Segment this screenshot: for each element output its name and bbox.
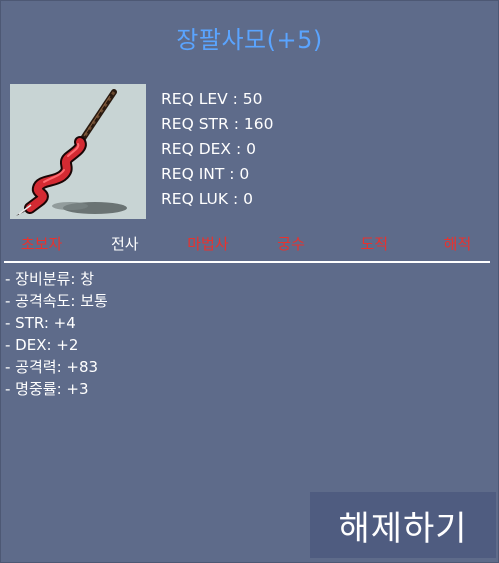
stat-str: - STR: +4 [5, 314, 76, 332]
stat-dex: - DEX: +2 [5, 336, 79, 354]
stat-category: - 장비분류: 창 [5, 270, 95, 288]
requirements-list: REQ LEV : 50 REQ STR : 160 REQ DEX : 0 R… [161, 88, 273, 213]
req-level: REQ LEV : 50 [161, 90, 263, 108]
job-beginner: 초보자 [20, 235, 63, 253]
job-warrior: 전사 [110, 235, 139, 253]
job-restrictions: 초보자 전사 마법사 궁수 도적 해적 [0, 232, 499, 256]
job-pirate: 해적 [443, 235, 472, 253]
job-magician: 마법사 [187, 235, 229, 253]
spear-image [10, 84, 146, 219]
req-luk: REQ LUK : 0 [161, 190, 254, 208]
item-title: 장팔사모(+5) [176, 26, 323, 54]
stats-list: - 장비분류: 창 - 공격속도: 보통 - STR: +4 - DEX: +2… [5, 268, 108, 400]
job-bowman: 궁수 [277, 235, 305, 253]
divider [4, 261, 490, 263]
req-dex: REQ DEX : 0 [161, 140, 256, 158]
stat-accuracy: - 명중률: +3 [5, 380, 89, 398]
stat-attack: - 공격력: +83 [5, 358, 99, 376]
unequip-button[interactable]: 해제하기 [310, 492, 496, 558]
stat-attack-speed: - 공격속도: 보통 [5, 292, 108, 310]
spear-icon [10, 84, 146, 219]
req-int: REQ INT : 0 [161, 165, 250, 183]
job-thief: 도적 [360, 235, 389, 253]
req-str: REQ STR : 160 [161, 115, 274, 133]
